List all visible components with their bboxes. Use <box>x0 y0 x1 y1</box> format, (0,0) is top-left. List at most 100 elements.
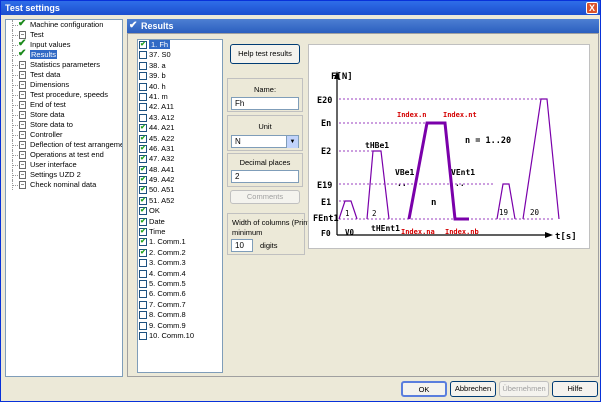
result-list-item[interactable]: 42. A11 <box>138 102 222 112</box>
checkbox[interactable] <box>139 259 147 268</box>
result-list-item[interactable]: ✔ Time <box>138 227 222 237</box>
result-list-item[interactable]: ✔ 2. Comm.2 <box>138 248 222 258</box>
result-list-item[interactable]: ✔ 50. A51 <box>138 185 222 195</box>
checkbox[interactable] <box>139 279 147 288</box>
checkbox[interactable]: ✔ <box>139 217 147 226</box>
segment-2-label: 2 <box>372 209 377 218</box>
tree-item[interactable]: User interface <box>6 160 122 170</box>
help-button[interactable]: Hilfe <box>552 381 598 397</box>
checkbox[interactable]: ✔ <box>139 238 147 247</box>
tree-item-label: Store data <box>30 110 65 119</box>
result-item-label: 41. m <box>149 91 168 101</box>
result-list-item[interactable]: ✔ 46. A31 <box>138 144 222 154</box>
checkbox[interactable]: ✔ <box>139 134 147 143</box>
checkbox[interactable] <box>139 290 147 299</box>
width-field[interactable]: 10 <box>231 239 253 252</box>
cancel-button[interactable]: Abbrechen <box>450 381 496 397</box>
result-list-item[interactable]: 4. Comm.4 <box>138 269 222 279</box>
unit-select[interactable]: N ▼ <box>231 135 299 148</box>
checkbox[interactable] <box>139 113 147 122</box>
chevron-down-icon[interactable]: ▼ <box>286 136 298 148</box>
page-icon <box>19 181 26 189</box>
tree-connector <box>13 35 18 36</box>
checkbox[interactable]: ✔ <box>139 196 147 205</box>
checkbox[interactable]: ✔ <box>139 41 147 49</box>
result-list-item[interactable]: 37. S0 <box>138 50 222 60</box>
tree-item-label: Input values <box>30 40 71 49</box>
page-icon <box>19 71 26 79</box>
help-test-results-button[interactable]: Help test results <box>230 44 300 64</box>
result-list-item[interactable]: 10. Comm.10 <box>138 331 222 341</box>
tree-item[interactable]: Deflection of test arrangement <box>6 140 122 150</box>
checkbox[interactable]: ✔ <box>139 186 147 195</box>
comments-button[interactable]: Comments <box>230 190 300 204</box>
checkbox[interactable] <box>139 92 147 101</box>
tree-item-label: Store data to <box>30 120 73 129</box>
result-list-item[interactable]: 7. Comm.7 <box>138 300 222 310</box>
checkbox[interactable] <box>139 269 147 278</box>
checkbox[interactable] <box>139 321 147 330</box>
checkbox[interactable]: ✔ <box>139 248 147 257</box>
result-list-item[interactable]: ✔ 1. Comm.1 <box>138 237 222 247</box>
checkbox[interactable] <box>139 311 147 320</box>
tree-item[interactable]: Statistics parameters <box>6 60 122 70</box>
tree-item[interactable]: ✔ Machine configuration <box>6 20 122 30</box>
close-button[interactable]: X <box>586 2 598 14</box>
result-list-item[interactable]: ✔ 1. Fh <box>138 40 222 50</box>
checkbox[interactable] <box>139 82 147 91</box>
tree-item[interactable]: Check nominal data <box>6 180 122 190</box>
page-icon <box>19 131 26 139</box>
result-list-item[interactable]: ✔ Date <box>138 217 222 227</box>
checkbox[interactable] <box>139 61 147 70</box>
ok-button[interactable]: OK <box>401 381 447 397</box>
decimal-field[interactable]: 2 <box>231 170 299 183</box>
checkbox[interactable] <box>139 103 147 112</box>
checkbox[interactable]: ✔ <box>139 155 147 164</box>
tree-item[interactable]: Operations at test end <box>6 150 122 160</box>
checkbox[interactable]: ✔ <box>139 207 147 216</box>
tree-item[interactable]: Store data to <box>6 120 122 130</box>
tree-item[interactable]: Test procedure, speeds <box>6 90 122 100</box>
result-list-item[interactable]: 39. b <box>138 71 222 81</box>
result-list-item[interactable]: 38. a <box>138 61 222 71</box>
result-list-item[interactable]: 9. Comm.9 <box>138 321 222 331</box>
tree-item-label: Test procedure, speeds <box>30 90 108 99</box>
tree-item[interactable]: Test data <box>6 70 122 80</box>
result-list-item[interactable]: ✔ OK <box>138 206 222 216</box>
checkbox[interactable] <box>139 72 147 81</box>
tree-item[interactable]: Controller <box>6 130 122 140</box>
name-field[interactable]: Fh <box>231 97 299 110</box>
checkbox[interactable] <box>139 51 147 60</box>
result-list-item[interactable]: ✔ 47. A32 <box>138 154 222 164</box>
x-axis-title: t[s] <box>555 232 577 242</box>
apply-button[interactable]: Übernehmen <box>499 381 549 397</box>
result-list-item[interactable]: 3. Comm.3 <box>138 258 222 268</box>
tree-item[interactable]: Store data <box>6 110 122 120</box>
result-list-item[interactable]: 6. Comm.6 <box>138 289 222 299</box>
page-icon <box>19 91 26 99</box>
result-list-item[interactable]: 40. h <box>138 82 222 92</box>
checkbox[interactable]: ✔ <box>139 124 147 133</box>
width-label: Width of columns (Print) <box>232 218 313 227</box>
tree-item[interactable]: Settings UZD 2 <box>6 170 122 180</box>
result-list-item[interactable]: 43. A12 <box>138 113 222 123</box>
checkbox[interactable]: ✔ <box>139 165 147 174</box>
tree-item[interactable]: End of test <box>6 100 122 110</box>
checkbox[interactable]: ✔ <box>139 176 147 185</box>
checkbox[interactable]: ✔ <box>139 144 147 153</box>
checkbox[interactable]: ✔ <box>139 228 147 237</box>
result-list-item[interactable]: 5. Comm.5 <box>138 279 222 289</box>
tree-item[interactable]: ✔ Results <box>6 49 122 60</box>
index-nb-label: Index.nb <box>445 228 479 236</box>
result-list-item[interactable]: 8. Comm.8 <box>138 310 222 320</box>
tree-connector <box>13 115 18 116</box>
checkbox[interactable] <box>139 331 147 340</box>
result-list-item[interactable]: ✔ 44. A21 <box>138 123 222 133</box>
result-list-item[interactable]: ✔ 45. A22 <box>138 134 222 144</box>
result-list-item[interactable]: ✔ 49. A42 <box>138 175 222 185</box>
checkbox[interactable] <box>139 300 147 309</box>
result-list-item[interactable]: 41. m <box>138 92 222 102</box>
result-list-item[interactable]: ✔ 48. A41 <box>138 165 222 175</box>
result-list-item[interactable]: ✔ 51. A52 <box>138 196 222 206</box>
tree-item[interactable]: Dimensions <box>6 80 122 90</box>
